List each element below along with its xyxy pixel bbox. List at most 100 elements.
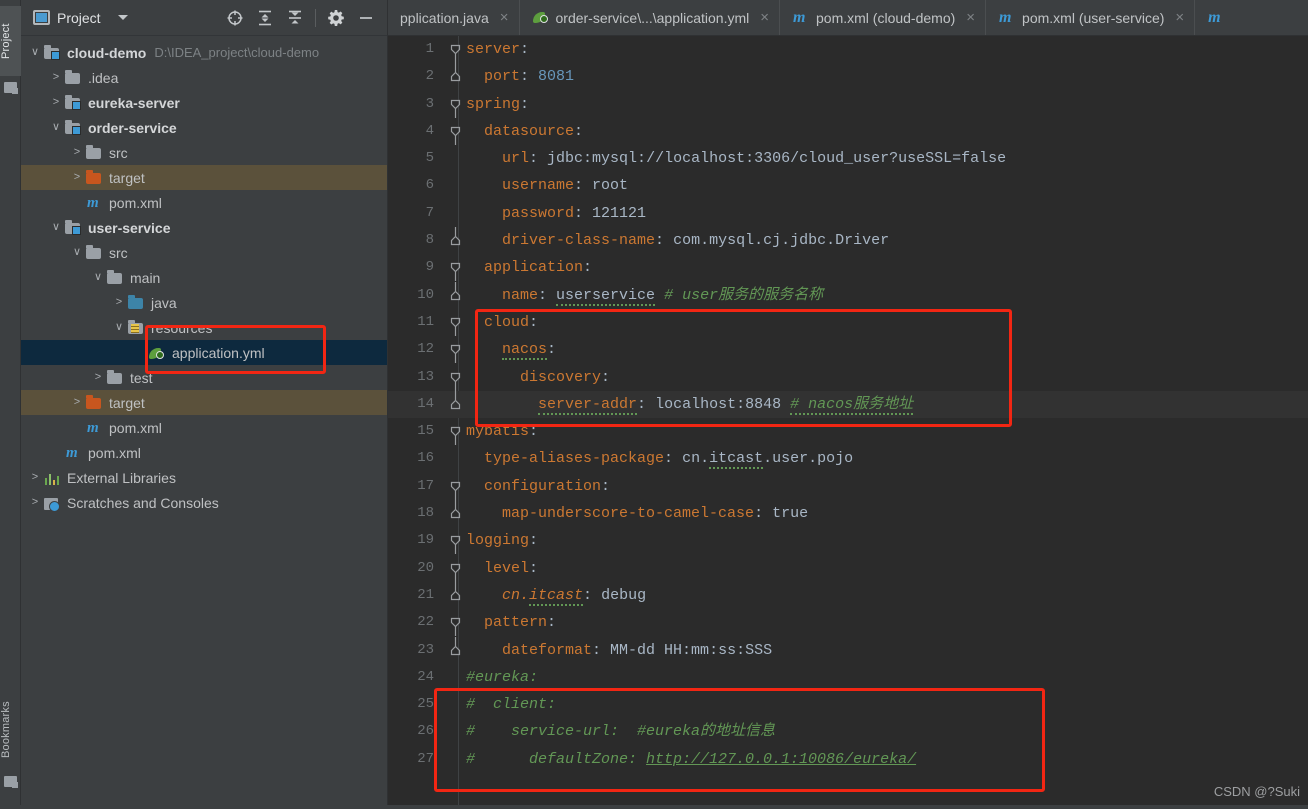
fold-marker-icon[interactable] bbox=[450, 609, 464, 637]
tree-row-scratches-and-consoles[interactable]: > Scratches and Consoles bbox=[21, 490, 387, 515]
code-line-26[interactable]: 26 # service-url: #eureka的地址信息 bbox=[388, 718, 1308, 745]
code-line-27[interactable]: 27 # defaultZone: http://127.0.0.1:10086/… bbox=[388, 746, 1308, 773]
code-line-10[interactable]: 10 name: userservice # user服务的服务名称 bbox=[388, 281, 1308, 309]
fold-marker-icon[interactable] bbox=[450, 418, 464, 446]
code-line-16[interactable]: 16 type-aliases-package: cn.itcast.user.… bbox=[388, 445, 1308, 472]
fold-marker-icon[interactable] bbox=[450, 309, 464, 336]
editor-tab-pom-xml--cloud-demo-[interactable]: m pom.xml (cloud-demo) × bbox=[779, 0, 985, 35]
code-line-8[interactable]: 8 driver-class-name: com.mysql.cj.jdbc.D… bbox=[388, 227, 1308, 254]
fold-marker-icon[interactable] bbox=[450, 336, 464, 364]
code-lines[interactable]: 1 server: 2 port: 8081 3 spring: 4 datasource… bbox=[388, 36, 1308, 773]
tree-row-resources[interactable]: ∨ resources bbox=[21, 315, 387, 340]
collapse-arrow-icon[interactable]: ∨ bbox=[111, 322, 127, 333]
code-line-2[interactable]: 2 port: 8081 bbox=[388, 63, 1308, 90]
editor-tab-pom-xml--user-service-[interactable]: m pom.xml (user-service) × bbox=[985, 0, 1194, 35]
close-icon[interactable]: × bbox=[760, 9, 769, 26]
collapse-arrow-icon[interactable]: ∨ bbox=[27, 47, 43, 58]
code-line-23[interactable]: 23 dateformat: MM-dd HH:mm:ss:SSS bbox=[388, 636, 1308, 664]
expand-arrow-icon[interactable]: > bbox=[27, 472, 43, 483]
code-line-22[interactable]: 22 pattern: bbox=[388, 609, 1308, 637]
tree-row-src[interactable]: > src bbox=[21, 140, 387, 165]
close-icon[interactable]: × bbox=[1175, 9, 1184, 26]
tree-row-target[interactable]: > target bbox=[21, 165, 387, 190]
fold-marker-icon[interactable] bbox=[450, 473, 464, 500]
tool-window-tab-project[interactable]: Project bbox=[0, 6, 21, 76]
code-line-19[interactable]: 19 logging: bbox=[388, 527, 1308, 555]
tree-row-external-libraries[interactable]: > External Libraries bbox=[21, 465, 387, 490]
chevron-down-icon[interactable] bbox=[117, 15, 128, 20]
fold-marker-icon[interactable] bbox=[450, 664, 464, 691]
expand-arrow-icon[interactable]: > bbox=[69, 172, 85, 183]
collapse-arrow-icon[interactable]: ∨ bbox=[48, 222, 64, 233]
tree-row-order-service[interactable]: ∨ order-service bbox=[21, 115, 387, 140]
project-tree[interactable]: ∨ cloud-demo D:\IDEA_project\cloud-demo > .i… bbox=[21, 36, 387, 515]
fold-marker-icon[interactable] bbox=[450, 636, 464, 664]
code-line-25[interactable]: 25 # client: bbox=[388, 691, 1308, 718]
tree-row-pom-xml[interactable]: m pom.xml bbox=[21, 440, 387, 465]
fold-marker-icon[interactable] bbox=[450, 254, 464, 282]
tool-window-tab-bookmarks[interactable]: Bookmarks bbox=[0, 690, 21, 770]
tree-row-eureka-server[interactable]: > eureka-server bbox=[21, 90, 387, 115]
hide-panel-icon[interactable] bbox=[351, 4, 381, 32]
code-line-12[interactable]: 12 nacos: bbox=[388, 336, 1308, 364]
fold-marker-icon[interactable] bbox=[450, 691, 464, 718]
fold-marker-icon[interactable] bbox=[450, 500, 464, 527]
fold-marker-icon[interactable] bbox=[450, 527, 464, 555]
fold-marker-icon[interactable] bbox=[450, 200, 464, 227]
expand-arrow-icon[interactable]: > bbox=[48, 72, 64, 83]
tree-row-pom-xml[interactable]: m pom.xml bbox=[21, 415, 387, 440]
tree-row-cloud-demo[interactable]: ∨ cloud-demo D:\IDEA_project\cloud-demo bbox=[21, 40, 387, 65]
close-icon[interactable]: × bbox=[966, 9, 975, 26]
fold-marker-icon[interactable] bbox=[450, 36, 464, 63]
tree-row-java[interactable]: > java bbox=[21, 290, 387, 315]
tree-row--idea[interactable]: > .idea bbox=[21, 65, 387, 90]
code-line-17[interactable]: 17 configuration: bbox=[388, 473, 1308, 500]
tree-row-user-service[interactable]: ∨ user-service bbox=[21, 215, 387, 240]
code-line-14[interactable]: 14 server-addr: localhost:8848 # nacos服务… bbox=[388, 390, 1308, 419]
editor-tab-extra[interactable]: m bbox=[1194, 0, 1241, 35]
tree-row-target[interactable]: > target bbox=[21, 390, 387, 415]
code-line-4[interactable]: 4 datasource: bbox=[388, 118, 1308, 145]
collapse-arrow-icon[interactable]: ∨ bbox=[90, 272, 106, 283]
expand-arrow-icon[interactable]: > bbox=[69, 397, 85, 408]
expand-arrow-icon[interactable]: > bbox=[27, 497, 43, 508]
fold-marker-icon[interactable] bbox=[450, 227, 464, 254]
editor-tab-order-service-----application-yml[interactable]: order-service\...\application.yml × bbox=[518, 0, 780, 35]
code-line-15[interactable]: 15 mybatis: bbox=[388, 418, 1308, 446]
expand-arrow-icon[interactable]: > bbox=[90, 372, 106, 383]
tree-row-main[interactable]: ∨ main bbox=[21, 265, 387, 290]
fold-marker-icon[interactable] bbox=[450, 555, 464, 582]
tree-row-application-yml[interactable]: application.yml bbox=[21, 340, 387, 365]
code-line-9[interactable]: 9 application: bbox=[388, 254, 1308, 282]
fold-marker-icon[interactable] bbox=[450, 581, 464, 609]
fold-marker-icon[interactable] bbox=[450, 145, 464, 172]
select-opened-file-icon[interactable] bbox=[220, 4, 250, 32]
code-line-5[interactable]: 5 url: jdbc:mysql://localhost:3306/cloud… bbox=[388, 145, 1308, 172]
fold-marker-icon[interactable] bbox=[450, 390, 464, 418]
fold-marker-icon[interactable] bbox=[450, 91, 464, 118]
editor-tab-pplication-java[interactable]: pplication.java × bbox=[388, 0, 519, 35]
code-line-20[interactable]: 20 level: bbox=[388, 555, 1308, 582]
collapse-arrow-icon[interactable]: ∨ bbox=[48, 122, 64, 133]
fold-marker-icon[interactable] bbox=[450, 281, 464, 309]
settings-gear-icon[interactable] bbox=[321, 4, 351, 32]
fold-marker-icon[interactable] bbox=[450, 445, 464, 472]
code-line-18[interactable]: 18 map-underscore-to-camel-case: true bbox=[388, 500, 1308, 527]
fold-marker-icon[interactable] bbox=[450, 118, 464, 145]
code-line-3[interactable]: 3 spring: bbox=[388, 91, 1308, 118]
expand-arrow-icon[interactable]: > bbox=[111, 297, 127, 308]
code-editor[interactable]: 1 server: 2 port: 8081 3 spring: 4 datasource… bbox=[388, 36, 1308, 809]
tree-row-src[interactable]: ∨ src bbox=[21, 240, 387, 265]
fold-marker-icon[interactable] bbox=[450, 718, 464, 745]
close-icon[interactable]: × bbox=[500, 9, 509, 26]
fold-marker-icon[interactable] bbox=[450, 746, 464, 773]
collapse-arrow-icon[interactable]: ∨ bbox=[69, 247, 85, 258]
expand-arrow-icon[interactable]: > bbox=[48, 97, 64, 108]
code-line-21[interactable]: 21 cn.itcast: debug bbox=[388, 581, 1308, 609]
fold-marker-icon[interactable] bbox=[450, 172, 464, 199]
collapse-all-icon[interactable] bbox=[280, 4, 310, 32]
tree-row-pom-xml[interactable]: m pom.xml bbox=[21, 190, 387, 215]
tree-row-test[interactable]: > test bbox=[21, 365, 387, 390]
code-line-6[interactable]: 6 username: root bbox=[388, 172, 1308, 199]
expand-arrow-icon[interactable]: > bbox=[69, 147, 85, 158]
